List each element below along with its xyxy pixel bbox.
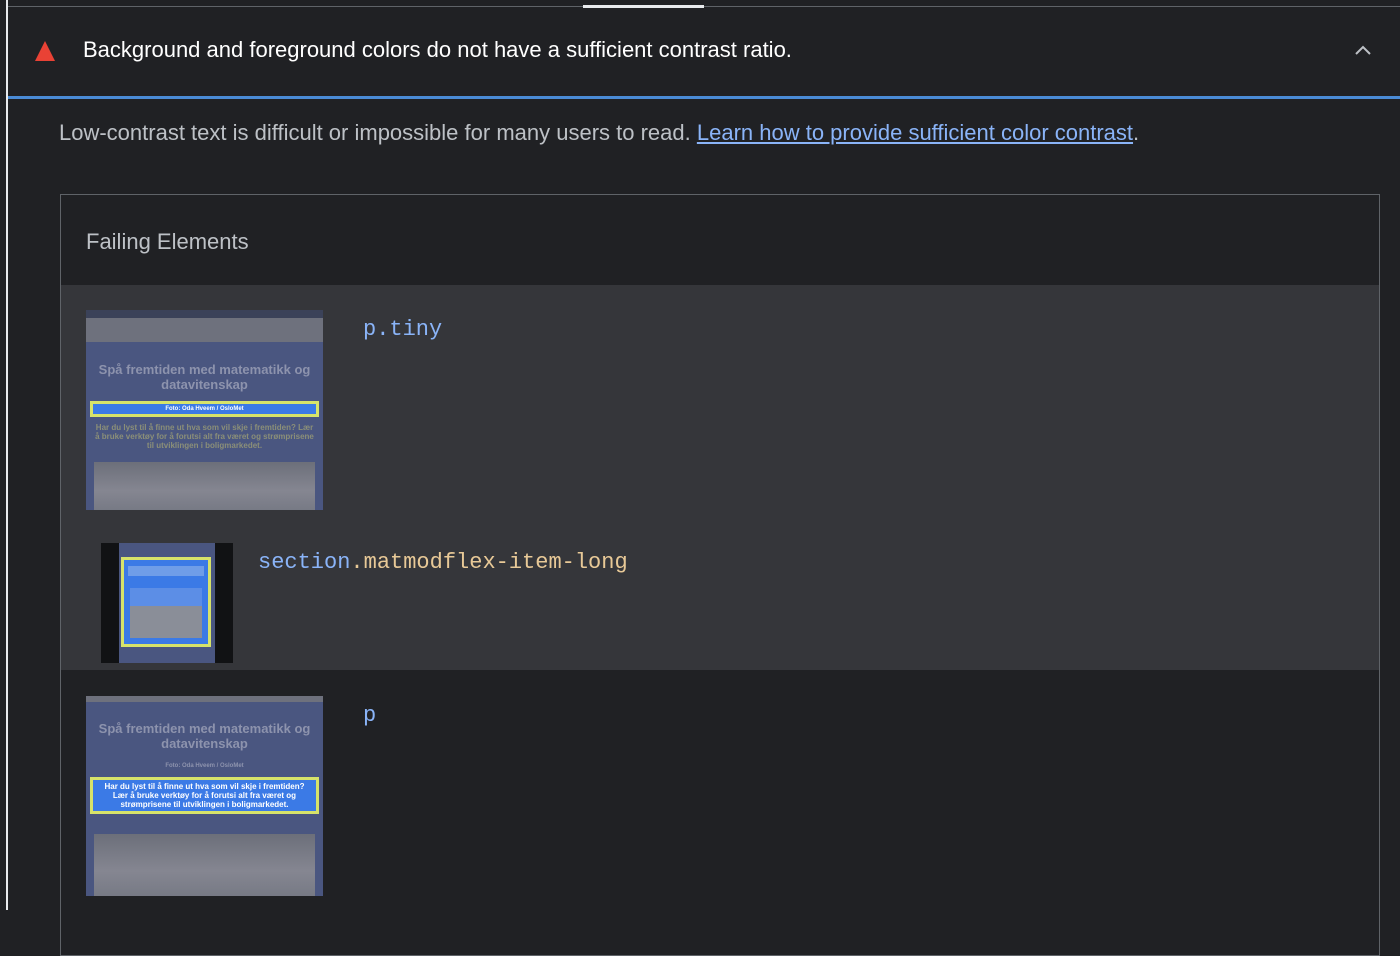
node-screenshot-thumbnail[interactable]	[101, 543, 233, 663]
highlighted-element: Har du lyst til å finne ut hva som vil s…	[90, 777, 319, 814]
failing-elements-header: Failing Elements	[61, 195, 1379, 286]
thumb-photo	[94, 462, 315, 510]
warning-triangle-icon	[35, 41, 55, 61]
thumb-heading: Spå fremtiden med matematikk og datavite…	[98, 721, 311, 751]
thumb-heading: Spå fremtiden med matematikk og datavite…	[98, 362, 311, 392]
element-selector[interactable]: p.tiny	[363, 317, 442, 342]
top-divider	[8, 6, 1400, 7]
failing-element-group: Spå fremtiden med matematikk og datavite…	[61, 285, 1379, 670]
failing-elements-panel: Failing Elements Spå fremtiden med matem…	[60, 194, 1380, 956]
description-period: .	[1133, 120, 1140, 145]
audit-title: Background and foreground colors do not …	[83, 37, 792, 62]
header-divider	[8, 96, 1400, 99]
thumb-body: Har du lyst til å finne ut hva som vil s…	[95, 423, 314, 450]
highlighted-element: Foto: Oda Hveem / OsloMet	[90, 401, 319, 417]
element-selector[interactable]: p	[363, 703, 376, 728]
selector-class: .matmodflex-item-long	[350, 550, 628, 575]
element-screenshot-thumbnail[interactable]: Spå fremtiden med matematikk og datavite…	[86, 696, 323, 896]
element-selector[interactable]: section.matmodflex-item-long	[258, 550, 628, 575]
selector-tag: section	[258, 550, 351, 575]
chevron-up-icon[interactable]	[1353, 40, 1373, 60]
thumb-caption: Foto: Oda Hveem / OsloMet	[165, 763, 244, 769]
audit-header[interactable]: Background and foreground colors do not …	[8, 8, 1400, 96]
selector-class: .tiny	[376, 317, 443, 342]
selector-tag: p	[363, 317, 377, 342]
selector-tag: p	[363, 703, 377, 728]
learn-more-link[interactable]: Learn how to provide sufficient color co…	[697, 120, 1133, 145]
failing-elements-label: Failing Elements	[86, 229, 249, 254]
left-border	[6, 0, 8, 910]
highlighted-element	[121, 557, 211, 647]
element-screenshot-thumbnail[interactable]: Spå fremtiden med matematikk og datavite…	[86, 310, 323, 510]
description-text: Low-contrast text is difficult or imposs…	[59, 120, 697, 145]
audit-description: Low-contrast text is difficult or imposs…	[59, 120, 1139, 146]
thumb-photo	[94, 834, 315, 896]
